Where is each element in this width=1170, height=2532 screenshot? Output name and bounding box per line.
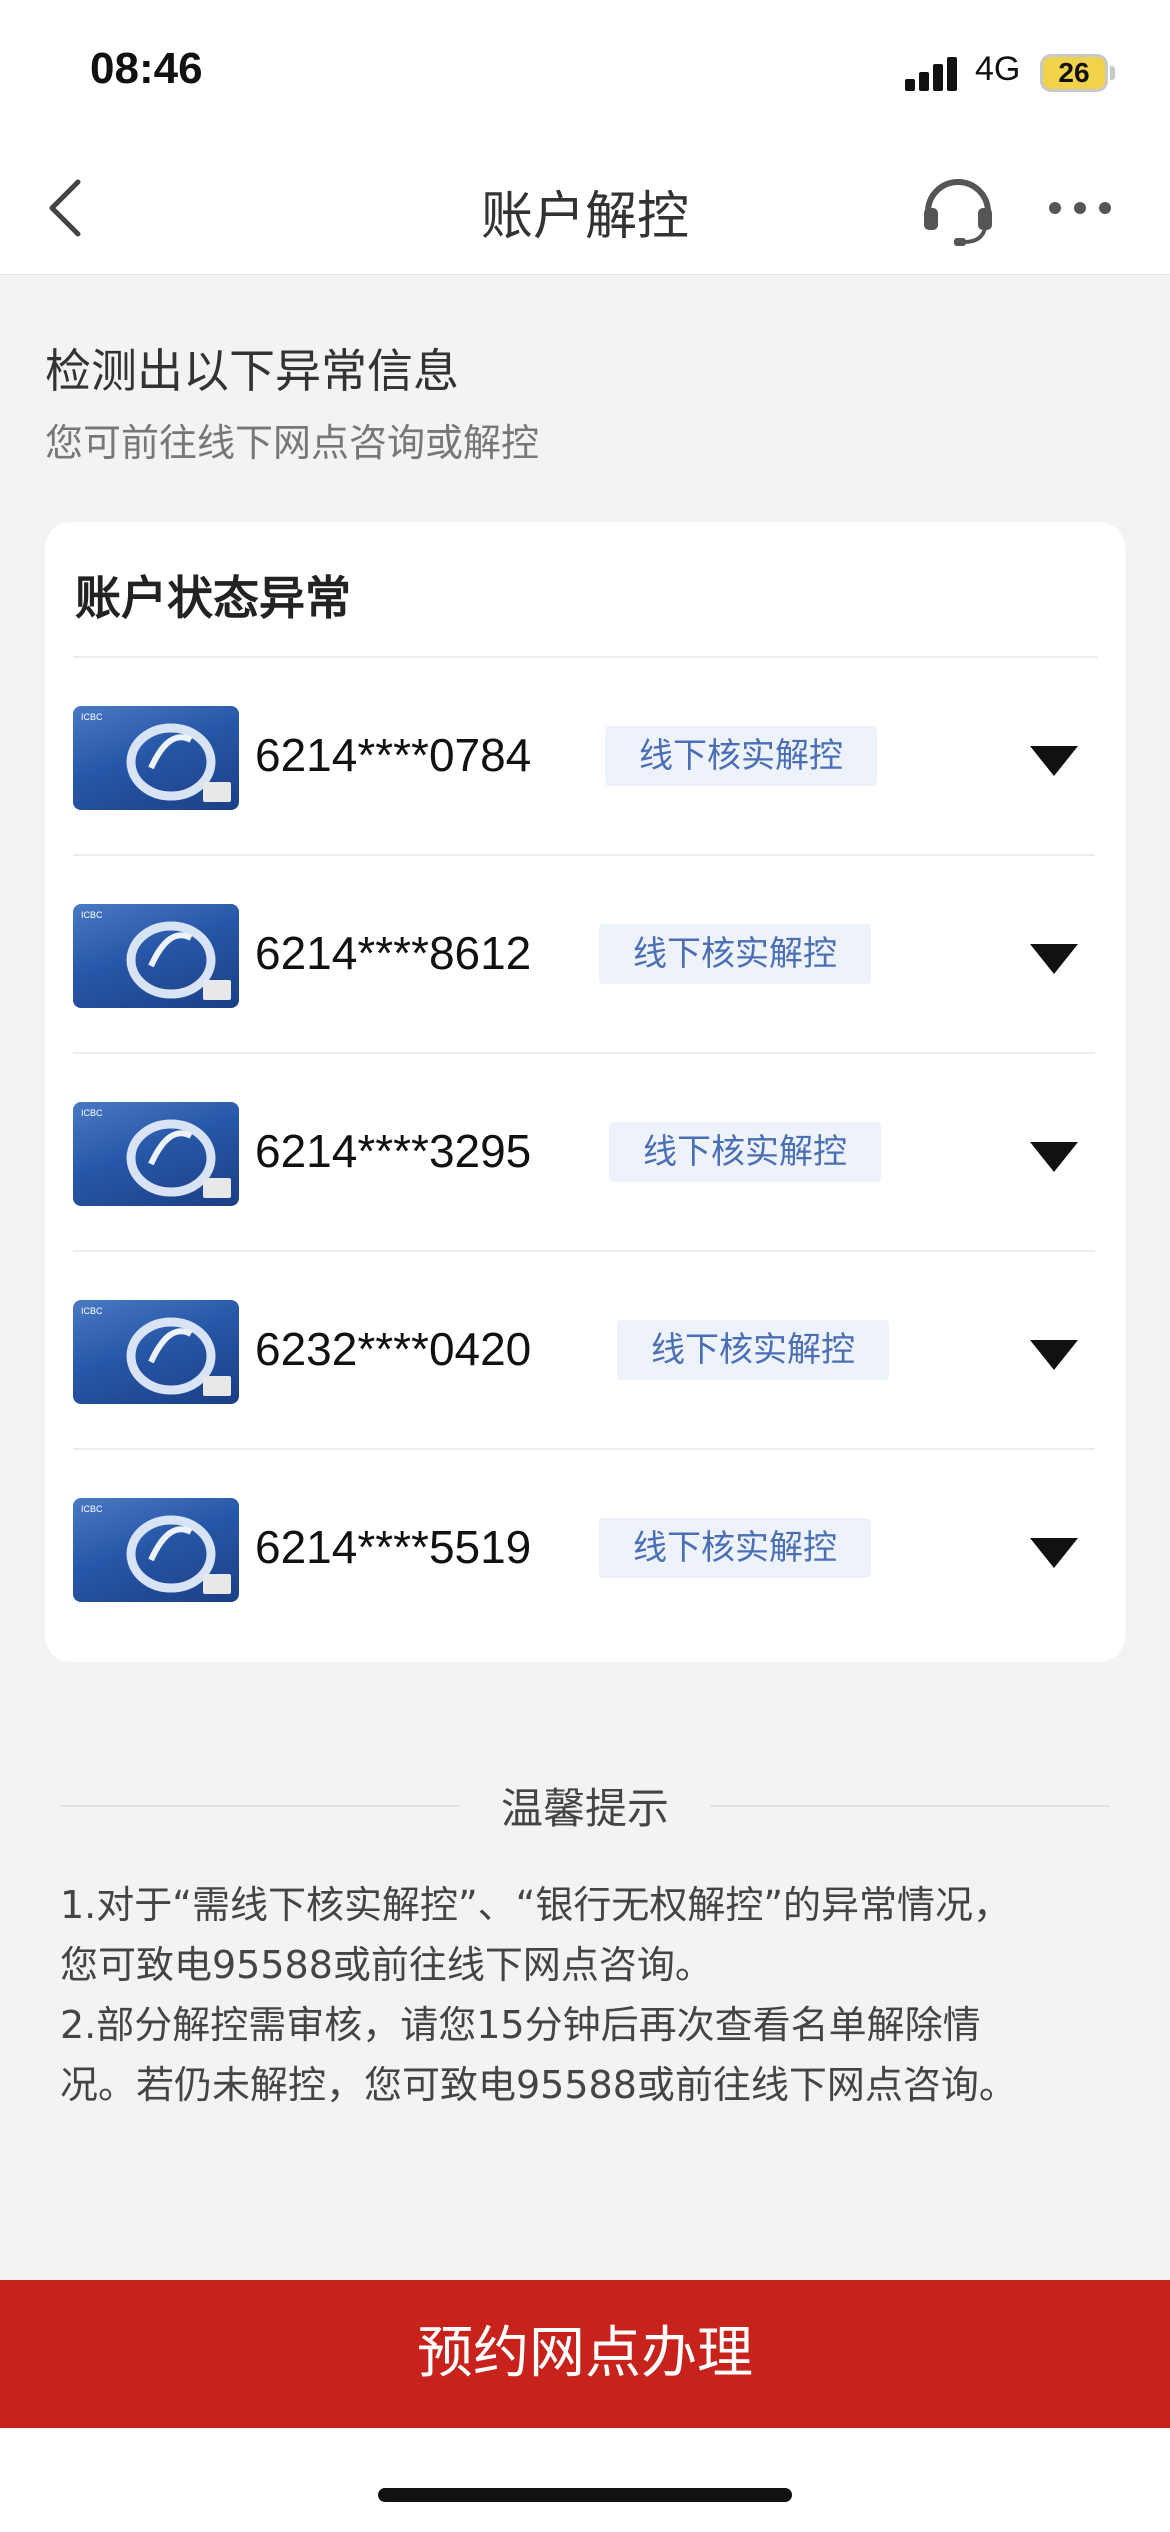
tips-line: 1.对于“需线下核实解控”、“银行无权解控”的异常情况，	[60, 1883, 1012, 1927]
intro-subtitle: 您可前往线下网点咨询或解控	[45, 421, 540, 465]
account-number: 6232****0420	[255, 1323, 532, 1375]
card-title: 账户状态异常	[75, 571, 351, 625]
status-time: 08:46	[90, 44, 203, 93]
svg-text:ICBC: ICBC	[81, 1108, 103, 1118]
account-row[interactable]: ICBC 6214****5519 线下核实解控	[73, 1450, 1095, 1648]
svg-text:ICBC: ICBC	[81, 910, 103, 920]
bank-card-icon: ICBC	[73, 706, 239, 810]
account-number: 6214****3295	[255, 1125, 532, 1177]
network-label: 4G	[975, 50, 1021, 88]
status-bar: 08:46 4G 26	[0, 0, 1170, 140]
account-row[interactable]: ICBC 6232****0420 线下核实解控	[73, 1252, 1095, 1450]
tips-line: 况。若仍未解控，您可致电95588或前往线下网点咨询。	[60, 2063, 1017, 2107]
account-row[interactable]: ICBC 6214****3295 线下核实解控	[73, 1054, 1095, 1252]
battery-icon: 26	[1040, 54, 1108, 92]
signal-icon	[905, 55, 961, 91]
svg-text:ICBC: ICBC	[81, 1504, 103, 1514]
bottom-safe-area	[0, 2428, 1170, 2532]
status-tag: 线下核实解控	[605, 726, 877, 786]
svg-text:ICBC: ICBC	[81, 712, 103, 722]
nav-bar: 账户解控	[0, 140, 1170, 275]
caret-down-icon[interactable]	[1028, 1536, 1080, 1570]
status-tag: 线下核实解控	[599, 1518, 871, 1578]
status-tag: 线下核实解控	[617, 1320, 889, 1380]
status-tag: 线下核实解控	[599, 924, 871, 984]
more-icon[interactable]	[1045, 188, 1115, 228]
headset-icon[interactable]	[918, 168, 998, 248]
tips-body: 1.对于“需线下核实解控”、“银行无权解控”的异常情况， 您可致电95588或前…	[60, 1875, 1120, 2115]
bank-card-icon: ICBC	[73, 1300, 239, 1404]
caret-down-icon[interactable]	[1028, 744, 1080, 778]
bank-card-icon: ICBC	[73, 1498, 239, 1602]
bank-card-icon: ICBC	[73, 1102, 239, 1206]
svg-text:ICBC: ICBC	[81, 1306, 103, 1316]
tips-divider-right	[710, 1805, 1110, 1807]
tips-line: 您可致电95588或前往线下网点咨询。	[60, 1943, 713, 1987]
caret-down-icon[interactable]	[1028, 942, 1080, 976]
tips-line: 2.部分解控需审核，请您15分钟后再次查看名单解除情	[60, 2003, 981, 2047]
bank-card-icon: ICBC	[73, 904, 239, 1008]
account-row[interactable]: ICBC 6214****0784 线下核实解控	[73, 658, 1095, 856]
home-indicator[interactable]	[378, 2488, 792, 2502]
status-tag: 线下核实解控	[609, 1122, 881, 1182]
account-number: 6214****8612	[255, 927, 532, 979]
account-number: 6214****0784	[255, 729, 532, 781]
book-branch-button[interactable]: 预约网点办理	[0, 2280, 1170, 2428]
intro-title: 检测出以下异常信息	[45, 344, 459, 398]
caret-down-icon[interactable]	[1028, 1140, 1080, 1174]
caret-down-icon[interactable]	[1028, 1338, 1080, 1372]
account-number: 6214****5519	[255, 1521, 532, 1573]
battery-nub	[1110, 66, 1115, 80]
account-row[interactable]: ICBC 6214****8612 线下核实解控	[73, 856, 1095, 1054]
abnormal-accounts-card: 账户状态异常 ICBC 6214****0784 线下核实解控 ICBC 621…	[45, 522, 1125, 1662]
